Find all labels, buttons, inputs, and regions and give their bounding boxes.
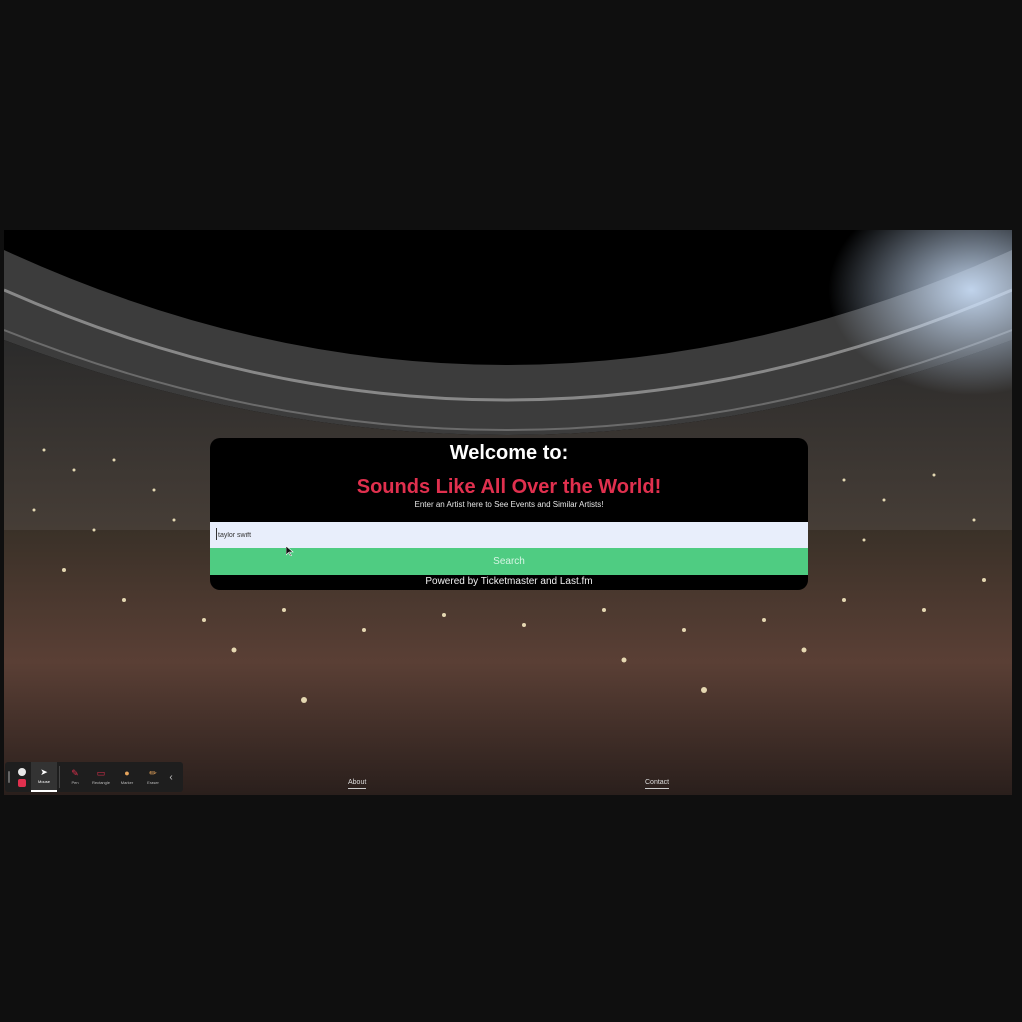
contact-link[interactable]: Contact <box>645 779 670 789</box>
tool-label: Rectangle <box>91 780 110 785</box>
contact-underline <box>645 788 670 789</box>
mouse-cursor-icon <box>286 546 294 556</box>
tool-mouse[interactable]: ➤ Mouse <box>31 762 57 792</box>
eraser-icon: ✏ <box>149 768 157 778</box>
tool-eraser[interactable]: ✏ Eraser <box>140 762 166 792</box>
welcome-heading: Welcome to: <box>449 442 569 464</box>
pen-icon: ✎ <box>71 768 79 778</box>
stop-recording-icon[interactable] <box>18 778 26 787</box>
about-link[interactable]: About <box>348 779 367 789</box>
pointer-icon: ➤ <box>40 767 48 777</box>
site-title: Sounds Like All Over the World! <box>356 476 662 498</box>
about-link-label: About <box>348 779 367 786</box>
close-icon[interactable] <box>18 767 26 776</box>
hero-background: Welcome to: Sounds Like All Over the Wor… <box>4 230 1012 795</box>
collapse-toolbar-icon[interactable]: ‹ <box>166 762 176 792</box>
tool-marker[interactable]: ● Marker <box>114 762 140 792</box>
toolbar-divider <box>59 766 60 788</box>
tool-rectangle[interactable]: ▭ Rectangle <box>88 762 114 792</box>
artist-search-input[interactable] <box>210 522 808 548</box>
search-card: Welcome to: Sounds Like All Over the Wor… <box>210 438 808 590</box>
tool-pen[interactable]: ✎ Pen <box>62 762 88 792</box>
rectangle-icon: ▭ <box>96 768 106 778</box>
recording-controls <box>13 762 31 792</box>
search-instructions: Enter an Artist here to See Events and S… <box>414 500 604 509</box>
annotation-toolbar: ➤ Mouse ✎ Pen ▭ Rectangle ● Marker ✏ Era… <box>5 762 183 792</box>
tool-label: Pen <box>71 780 79 785</box>
tool-label: Eraser <box>147 780 159 785</box>
screen-recording-frame: Welcome to: Sounds Like All Over the Wor… <box>0 0 1022 1022</box>
text-caret <box>216 528 217 540</box>
tool-label: Mouse <box>37 779 50 784</box>
search-button[interactable]: Search <box>210 548 808 575</box>
drag-handle-icon[interactable] <box>5 762 13 792</box>
powered-by-credit: Powered by Ticketmaster and Last.fm <box>425 576 593 587</box>
tool-label: Marker <box>120 780 134 785</box>
contact-link-label: Contact <box>645 779 670 786</box>
marker-icon: ● <box>124 768 130 778</box>
about-underline <box>348 788 367 789</box>
